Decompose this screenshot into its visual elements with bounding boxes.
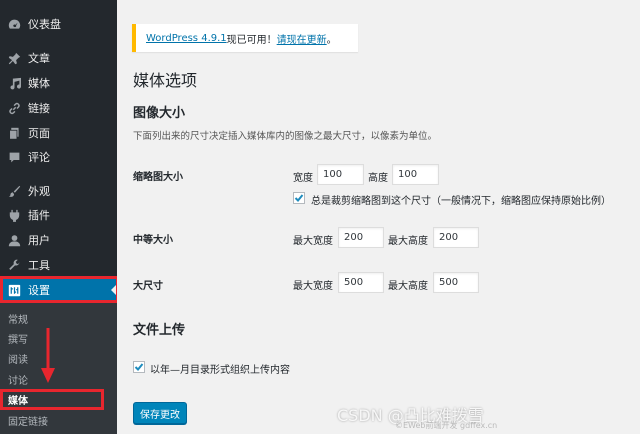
annotation-box-settings [0, 276, 119, 303]
update-now-link[interactable]: 请现在更新 [277, 31, 327, 46]
thumbnail-width-input[interactable]: 100 [317, 164, 364, 185]
submenu-item-reading[interactable]: 阅读 [0, 348, 117, 368]
main-content: WordPress 4.9.1 现已可用！ 请现在更新 。 媒体选项 图像大小 … [117, 0, 640, 434]
thumbnail-height-label: 高度 [368, 173, 388, 184]
source-watermark: ©EWeb前端开发 gdffex.cn [395, 421, 498, 430]
menu-item-label: 页面 [28, 127, 50, 140]
admin-sidebar: 仪表盘 文章 媒体 链接 页面 评论 外观 插件 用户 工具 设置 常规 撰写 … [0, 0, 117, 434]
update-notice: WordPress 4.9.1 现已可用！ 请现在更新 。 [132, 24, 358, 52]
checkmark-icon [294, 194, 304, 202]
submenu-item-writing[interactable]: 撰写 [0, 328, 117, 348]
large-size-label: 大尺寸 [133, 281, 163, 292]
page-title: 媒体选项 [133, 71, 198, 90]
large-height-label: 最大高度 [388, 281, 428, 292]
organize-uploads-checkbox[interactable] [133, 361, 145, 373]
medium-width-label: 最大宽度 [293, 236, 333, 247]
large-height-input[interactable]: 500 [433, 272, 479, 293]
page-icon [7, 126, 21, 140]
large-width-input[interactable]: 500 [338, 272, 384, 293]
medium-size-label: 中等大小 [133, 235, 173, 246]
user-icon [7, 233, 21, 247]
annotation-box-media [0, 389, 104, 410]
menu-item-posts[interactable]: 文章 [0, 46, 117, 70]
menu-item-users[interactable]: 用户 [0, 228, 117, 252]
crop-thumbnail-label: 总是裁剪缩略图到这个尺寸（一般情况下，缩略图应保持原始比例） [311, 196, 611, 207]
menu-item-label: 链接 [28, 102, 50, 115]
thumbnail-height-input[interactable]: 100 [392, 164, 439, 185]
menu-item-appearance[interactable]: 外观 [0, 179, 117, 203]
section-heading-uploads: 文件上传 [133, 323, 186, 338]
brush-icon [7, 184, 21, 198]
submenu-item-general[interactable]: 常规 [0, 308, 117, 328]
menu-item-label: 用户 [28, 234, 50, 247]
menu-item-label: 插件 [28, 209, 50, 222]
comment-icon [7, 150, 21, 164]
menu-item-label: 评论 [28, 151, 50, 164]
menu-item-links[interactable]: 链接 [0, 96, 117, 120]
large-width-label: 最大宽度 [293, 281, 333, 292]
menu-item-dashboard[interactable]: 仪表盘 [0, 12, 117, 36]
wordpress-version-link[interactable]: WordPress 4.9.1 [146, 33, 227, 44]
organize-uploads-label: 以年—月目录形式组织上传内容 [150, 365, 290, 376]
menu-item-label: 工具 [28, 259, 50, 272]
media-icon [7, 76, 21, 90]
menu-item-label: 外观 [28, 185, 50, 198]
menu-item-comments[interactable]: 评论 [0, 145, 117, 169]
menu-item-media[interactable]: 媒体 [0, 71, 117, 95]
section-heading-image-sizes: 图像大小 [133, 106, 186, 121]
notice-text: 现已可用！ [226, 34, 277, 46]
image-sizes-description: 下面列出来的尺寸决定插入媒体库内的图像之最大尺寸，以像素为单位。 [133, 131, 438, 142]
thumbnail-width-label: 宽度 [293, 173, 313, 184]
menu-item-tools[interactable]: 工具 [0, 253, 117, 277]
medium-width-input[interactable]: 200 [338, 227, 384, 248]
pin-icon [7, 51, 21, 65]
settings-submenu: 常规 撰写 阅读 讨论 媒体 固定链接 [0, 303, 117, 434]
plugin-icon [7, 208, 21, 222]
checkmark-icon [134, 363, 144, 371]
medium-height-label: 最大高度 [388, 236, 428, 247]
notice-end: 。 [326, 34, 337, 46]
submenu-item-permalinks[interactable]: 固定链接 [0, 410, 117, 430]
crop-thumbnail-checkbox[interactable] [293, 192, 305, 204]
menu-item-label: 仪表盘 [28, 18, 61, 31]
wrench-icon [7, 258, 21, 272]
thumbnail-size-label: 缩略图大小 [133, 172, 183, 183]
dashboard-icon [7, 17, 21, 31]
menu-item-label: 文章 [28, 52, 50, 65]
menu-item-plugins[interactable]: 插件 [0, 203, 117, 227]
save-changes-button[interactable]: 保存更改 [133, 402, 187, 424]
link-icon [7, 101, 21, 115]
menu-item-pages[interactable]: 页面 [0, 121, 117, 145]
submenu-item-discussion[interactable]: 讨论 [0, 369, 117, 389]
medium-height-input[interactable]: 200 [433, 227, 479, 248]
menu-item-label: 媒体 [28, 77, 50, 90]
annotation-arrow [41, 328, 55, 383]
